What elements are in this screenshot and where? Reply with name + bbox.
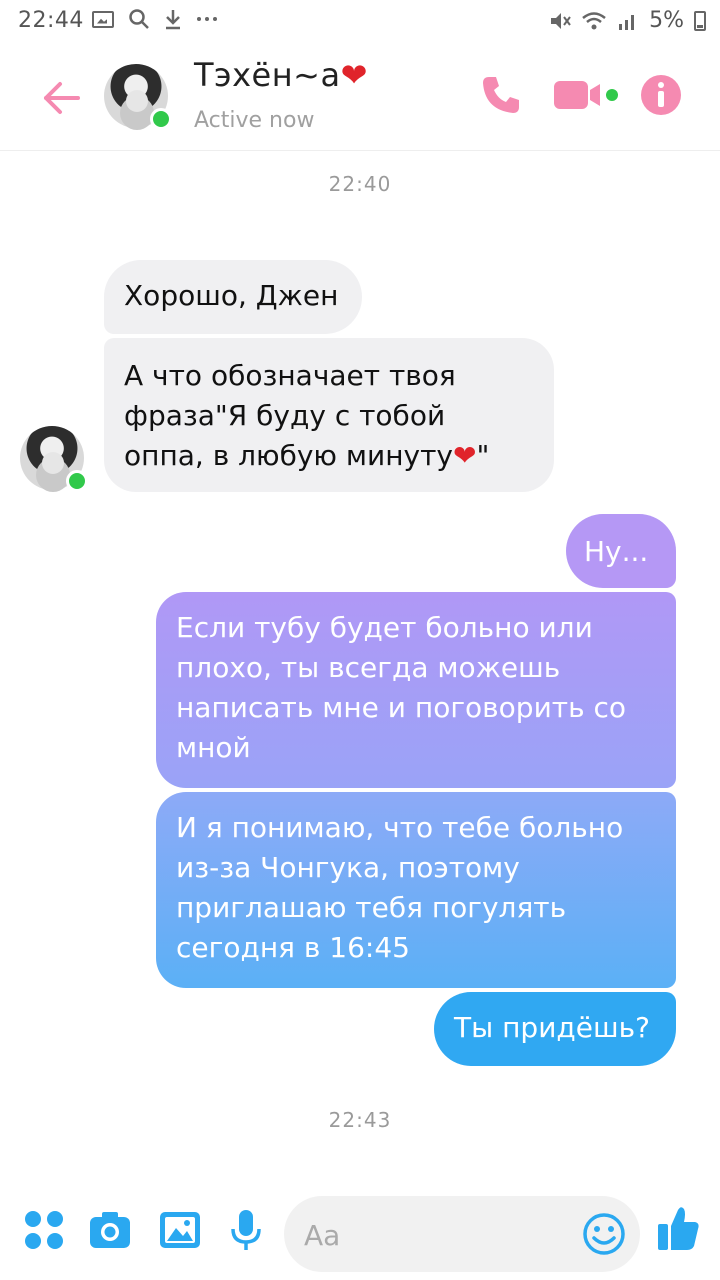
- camera-icon[interactable]: [88, 1208, 132, 1252]
- message-bubble-outgoing[interactable]: Ты придёшь?: [434, 992, 676, 1066]
- battery-percent: 5%: [649, 8, 684, 33]
- contact-status: Active now: [194, 108, 315, 133]
- message-bubble-incoming[interactable]: Хорошо, Джен: [104, 260, 362, 334]
- video-call-icon[interactable]: [552, 78, 622, 112]
- message-input[interactable]: [302, 1196, 586, 1274]
- message-bubble-outgoing[interactable]: Если тубу будет больно или плохо, ты все…: [156, 592, 676, 788]
- contact-avatar[interactable]: [104, 64, 172, 130]
- message-line: оппа, в любую минуту❤": [124, 439, 490, 472]
- more-icon: [197, 17, 217, 21]
- thumbs-up-icon[interactable]: [656, 1204, 700, 1252]
- message-bubble-outgoing[interactable]: Ну...: [566, 514, 676, 588]
- timestamp: 22:40: [328, 172, 392, 196]
- download-icon: [166, 10, 180, 30]
- contact-name-text: Тэхён~а: [194, 56, 341, 94]
- message-text: Ну...: [584, 535, 649, 568]
- heart-icon: ❤: [340, 56, 368, 94]
- timestamp: 22:43: [328, 1108, 392, 1132]
- phone-call-icon[interactable]: [480, 74, 522, 116]
- message-bubble-incoming[interactable]: А что обозначает твоя фраза"Я буду с тоб…: [104, 338, 554, 492]
- back-arrow-icon[interactable]: [40, 76, 84, 120]
- message-text: Если тубу будет больно или плохо, ты все…: [176, 611, 627, 764]
- contact-avatar-small[interactable]: [20, 426, 88, 492]
- info-icon[interactable]: [640, 74, 682, 116]
- online-indicator: [150, 108, 172, 130]
- microphone-icon[interactable]: [224, 1208, 268, 1252]
- mute-icon: [551, 12, 571, 29]
- heart-icon: ❤: [452, 439, 477, 472]
- search-icon: [129, 9, 149, 29]
- composer-bar: [0, 1190, 720, 1280]
- status-icons-left: [92, 8, 218, 30]
- message-bubble-outgoing[interactable]: И я понимаю, что тебе больно из-за Чонгу…: [156, 792, 676, 988]
- message-input-container[interactable]: [284, 1196, 640, 1274]
- status-bar: 22:44 5%: [0, 0, 720, 44]
- message-text: Хорошо, Джен: [124, 279, 339, 312]
- status-icons-right: 5%: [549, 8, 706, 33]
- contact-name[interactable]: Тэхён~а❤: [194, 56, 368, 94]
- gallery-icon[interactable]: [158, 1208, 202, 1252]
- message-text: И я понимаю, что тебе больно из-за Чонгу…: [176, 811, 624, 964]
- status-time: 22:44: [18, 8, 84, 33]
- battery-icon: [694, 10, 706, 31]
- wifi-icon: [582, 11, 606, 29]
- message-line: фраза"Я буду с тобой: [124, 399, 446, 432]
- emoji-icon[interactable]: [582, 1212, 626, 1256]
- message-line: А что обозначает твоя: [124, 359, 456, 392]
- gallery-icon: [92, 10, 114, 28]
- signal-icon: [619, 14, 635, 30]
- apps-grid-icon[interactable]: [22, 1208, 66, 1252]
- message-text: Ты придёшь?: [454, 1011, 650, 1044]
- online-indicator: [66, 470, 88, 492]
- chat-header: Тэхён~а❤ Active now: [0, 44, 720, 151]
